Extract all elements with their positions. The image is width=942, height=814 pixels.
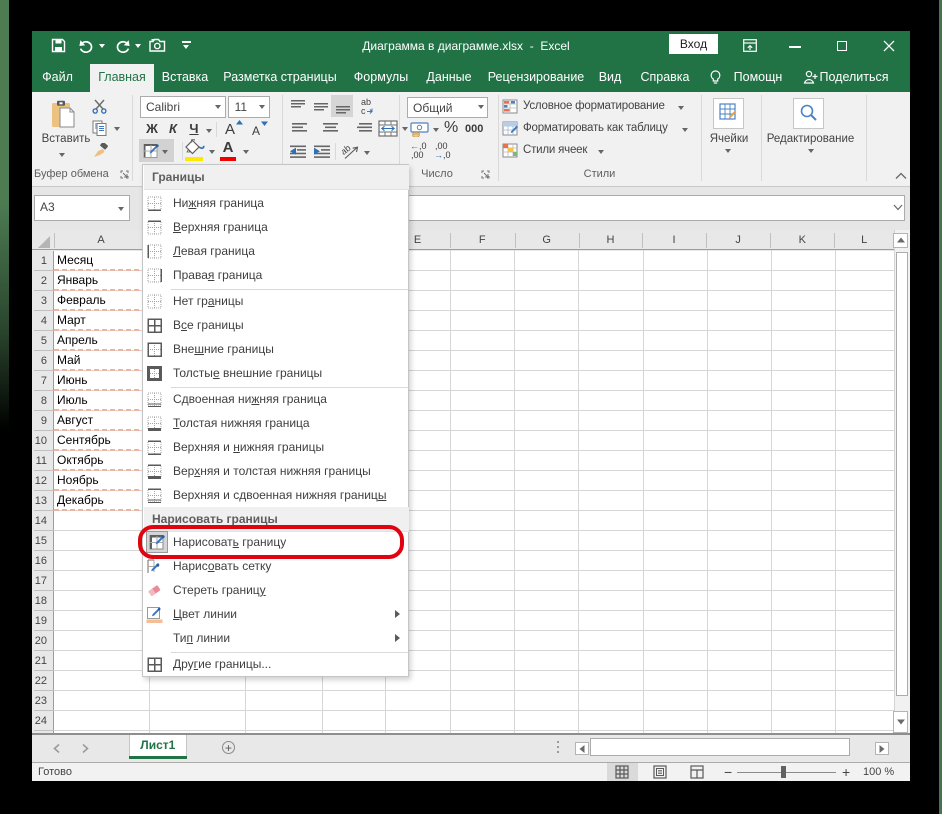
svg-text:c: c [361,106,366,115]
svg-text:ab: ab [342,143,353,157]
